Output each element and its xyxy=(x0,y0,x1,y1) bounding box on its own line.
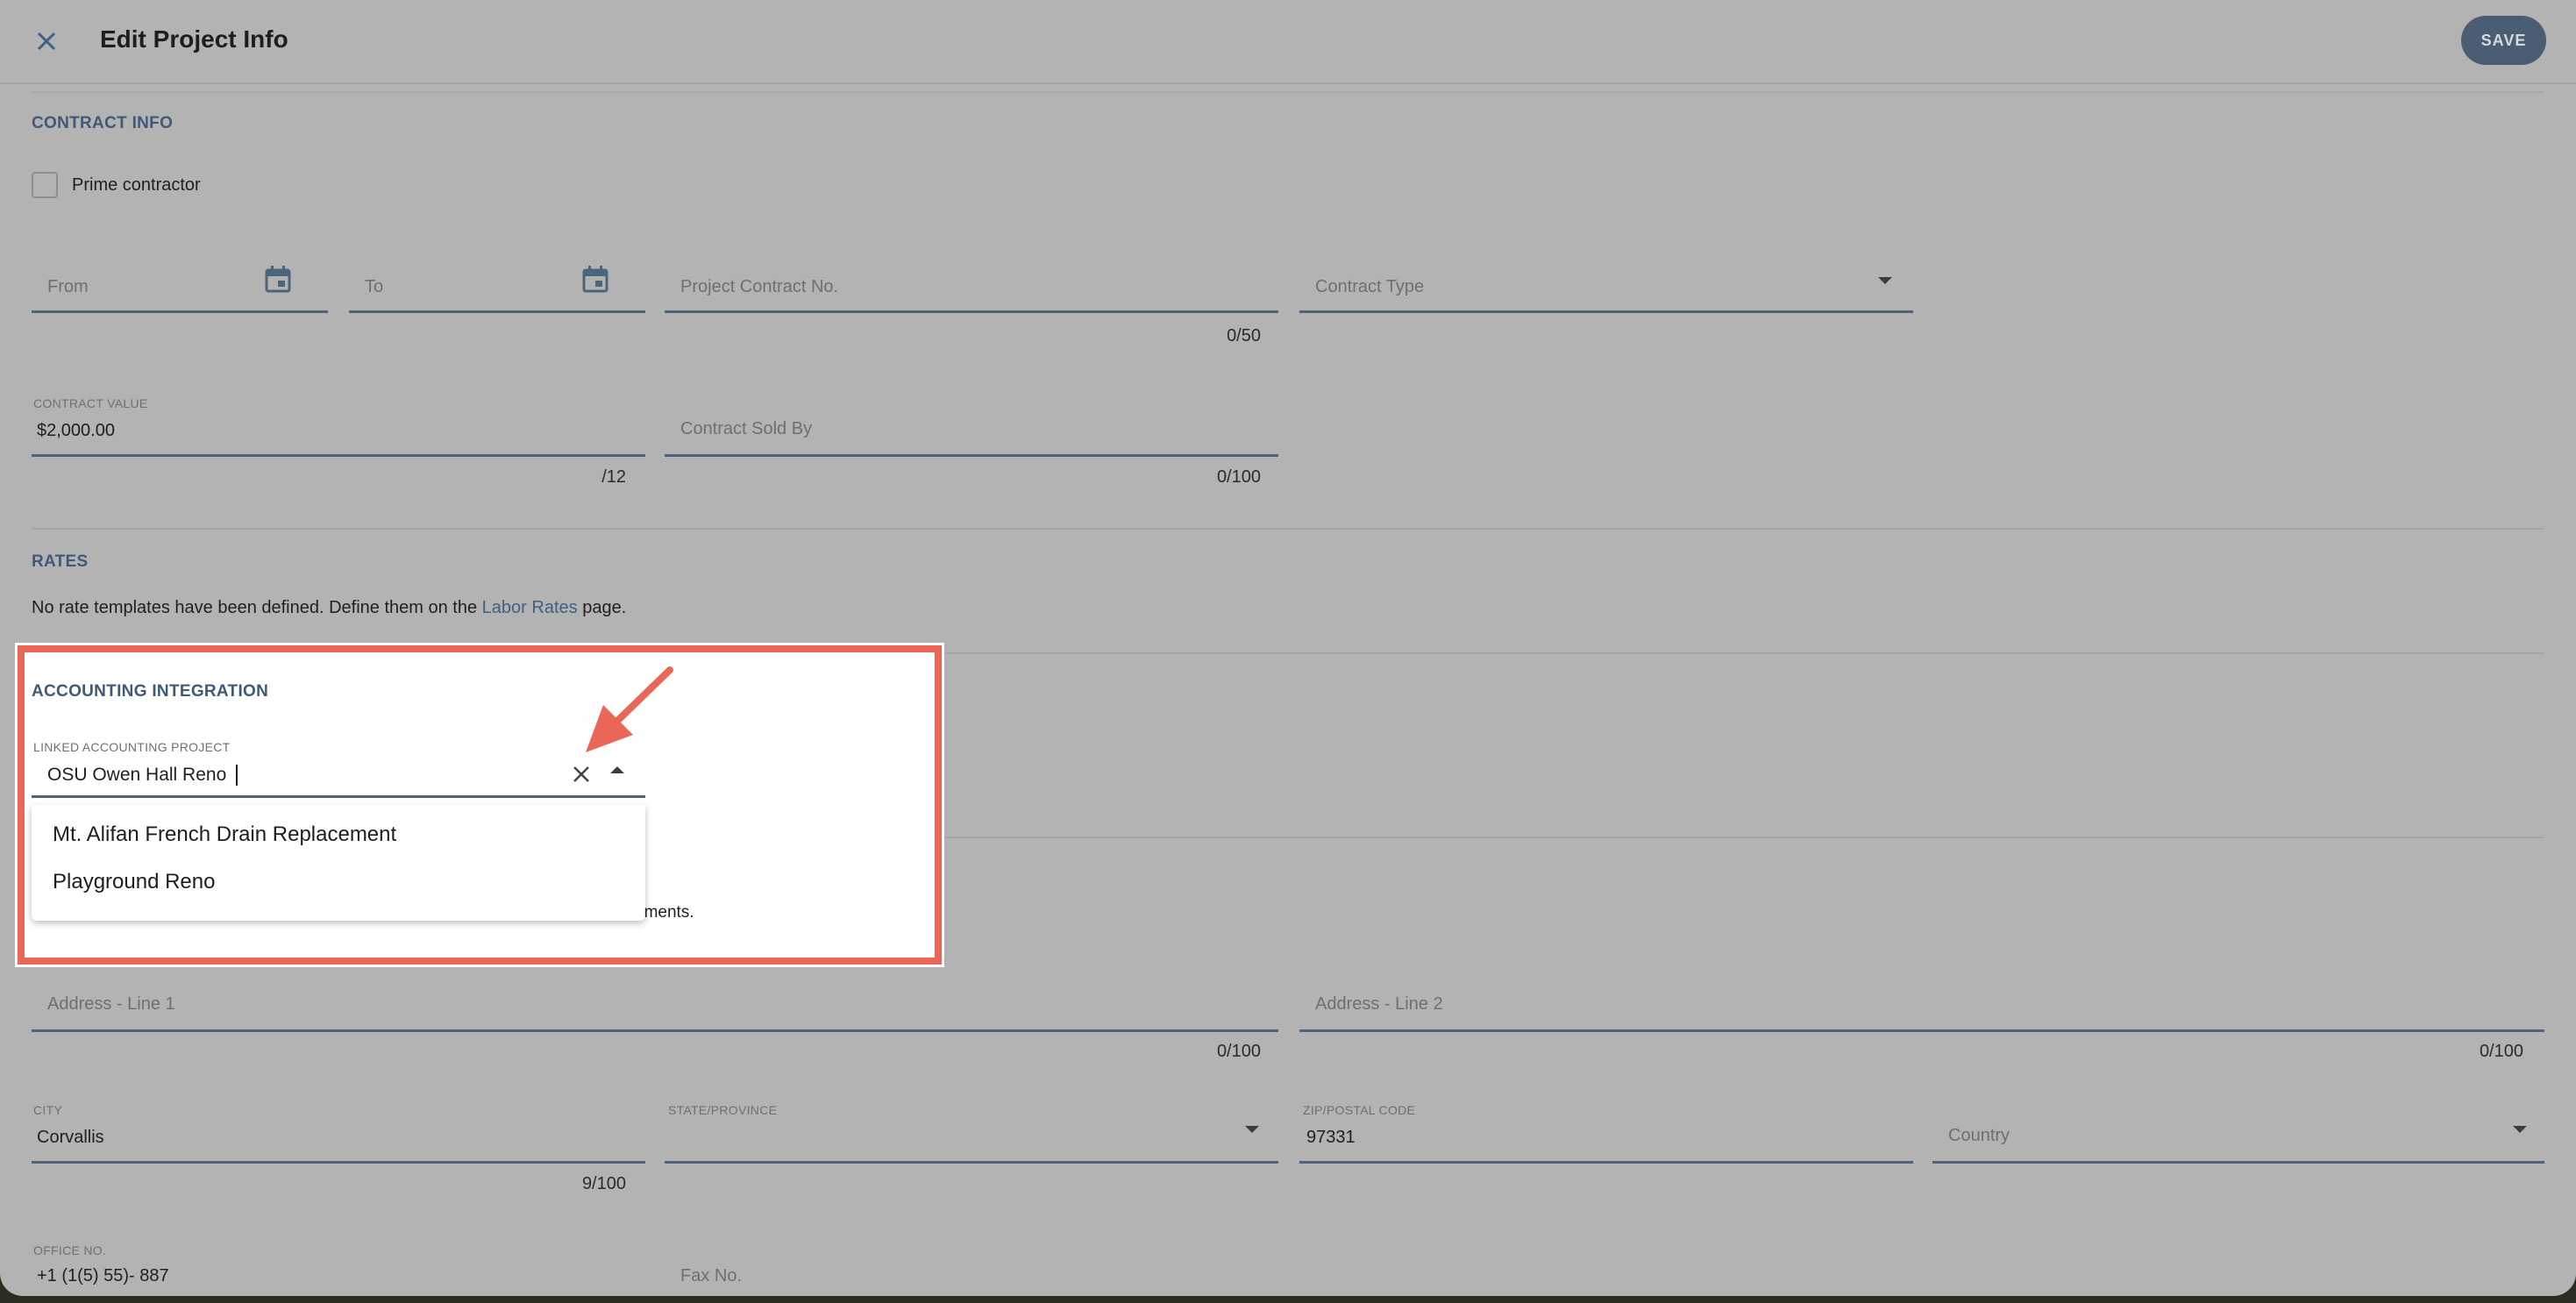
address-line1-underline xyxy=(32,1029,1278,1032)
office-no-label: OFFICE NO. xyxy=(33,1243,107,1257)
from-date-field[interactable]: From xyxy=(32,246,328,316)
dropdown-option[interactable]: Playground Reno xyxy=(53,870,215,894)
project-contract-no-field[interactable]: Project Contract No. xyxy=(665,246,1278,316)
linked-accounting-project-value: OSU Owen Hall Reno xyxy=(47,765,227,785)
rates-text-before: No rate templates have been defined. Def… xyxy=(32,598,482,617)
zip-underline xyxy=(1299,1161,1913,1164)
address-line2-counter: 0/100 xyxy=(2479,1042,2523,1061)
address-line1-counter: 0/100 xyxy=(1216,1042,1261,1061)
text-cursor xyxy=(236,765,238,786)
contract-info-title: CONTRACT INFO xyxy=(32,114,174,132)
office-no-field[interactable]: OFFICE NO. +1 (1(5) 55)- 887 xyxy=(32,1242,645,1294)
zip-field[interactable]: ZIP/POSTAL CODE 97331 xyxy=(1299,1100,1913,1164)
address-line2-placeholder: Address - Line 2 xyxy=(1315,994,1443,1014)
address-line2-field[interactable]: Address - Line 2 xyxy=(1299,977,2544,1033)
state-province-select[interactable]: STATE/PROVINCE xyxy=(665,1100,1278,1164)
clear-icon[interactable] xyxy=(570,763,593,786)
rates-message: No rate templates have been defined. Def… xyxy=(32,598,626,618)
contract-value-label: CONTRACT VALUE xyxy=(33,396,148,410)
to-underline xyxy=(349,310,645,313)
chevron-down-icon[interactable] xyxy=(2513,1126,2527,1133)
edit-project-window: Edit Project Info SAVE CONTRACT INFO Pri… xyxy=(0,0,2576,1296)
section-divider xyxy=(942,837,2544,838)
state-province-label: STATE/PROVINCE xyxy=(668,1103,778,1117)
header-divider xyxy=(0,82,2576,84)
chevron-down-icon[interactable] xyxy=(1245,1126,1259,1133)
contract-value-field[interactable]: CONTRACT VALUE $2,000.00 xyxy=(32,393,645,457)
prime-contractor-label: Prime contractor xyxy=(72,175,201,195)
from-placeholder: From xyxy=(47,277,89,296)
country-select[interactable]: Country xyxy=(1932,1100,2544,1164)
prime-contractor-checkbox[interactable] xyxy=(32,172,58,198)
section-divider xyxy=(942,652,2544,654)
project-contract-no-placeholder: Project Contract No. xyxy=(680,277,839,296)
linked-accounting-underline xyxy=(32,795,645,798)
city-label: CITY xyxy=(33,1103,63,1117)
chevron-down-icon[interactable] xyxy=(1878,277,1892,284)
city-value: Corvallis xyxy=(37,1128,104,1147)
dropdown-option[interactable]: Mt. Alifan French Drain Replacement xyxy=(53,822,396,847)
city-underline xyxy=(32,1161,645,1164)
calendar-icon[interactable] xyxy=(582,265,608,293)
address-line1-placeholder: Address - Line 1 xyxy=(47,994,175,1014)
contract-type-underline xyxy=(1299,310,1913,313)
fax-no-field[interactable]: Fax No. xyxy=(665,1242,1278,1294)
contract-sold-by-field[interactable]: Contract Sold By xyxy=(665,393,1278,457)
address-line2-underline xyxy=(1299,1029,2544,1032)
section-divider xyxy=(32,91,2544,93)
contract-sold-by-placeholder: Contract Sold By xyxy=(680,419,813,438)
country-underline xyxy=(1932,1161,2544,1164)
contract-type-select[interactable]: Contract Type xyxy=(1299,246,1913,316)
close-icon[interactable] xyxy=(30,25,63,58)
rates-text-after: page. xyxy=(577,598,627,617)
calendar-icon[interactable] xyxy=(265,265,291,293)
contract-value: $2,000.00 xyxy=(37,421,115,440)
country-placeholder: Country xyxy=(1948,1126,2010,1145)
zip-label: ZIP/POSTAL CODE xyxy=(1303,1103,1416,1117)
accounting-project-dropdown: Mt. Alifan French Drain Replacement Play… xyxy=(32,805,645,921)
contract-value-underline xyxy=(32,454,645,457)
linked-accounting-project-label: LINKED ACCOUNTING PROJECT xyxy=(33,740,231,754)
project-contract-no-underline xyxy=(665,310,1278,313)
to-placeholder: To xyxy=(365,277,384,296)
contract-sold-by-counter: 0/100 xyxy=(1216,467,1261,487)
page-title: Edit Project Info xyxy=(100,25,288,53)
arrow-annotation-icon xyxy=(579,665,675,761)
city-counter: 9/100 xyxy=(581,1174,626,1193)
project-contract-no-counter: 0/50 xyxy=(1227,326,1261,345)
save-button[interactable]: SAVE xyxy=(2461,16,2546,65)
accounting-integration-title: ACCOUNTING INTEGRATION xyxy=(32,682,269,701)
city-field[interactable]: CITY Corvallis xyxy=(32,1100,645,1164)
contract-value-counter: /12 xyxy=(601,467,626,487)
fax-no-placeholder: Fax No. xyxy=(680,1266,743,1285)
contract-type-placeholder: Contract Type xyxy=(1315,277,1425,296)
state-underline xyxy=(665,1161,1278,1164)
linked-accounting-project-input[interactable]: OSU Owen Hall Reno xyxy=(32,754,645,798)
chevron-up-icon[interactable] xyxy=(610,766,624,773)
section-divider xyxy=(32,528,2544,530)
contract-sold-by-underline xyxy=(665,454,1278,457)
from-underline xyxy=(32,310,328,313)
zip-value: 97331 xyxy=(1306,1128,1356,1147)
labor-rates-link[interactable]: Labor Rates xyxy=(482,598,578,617)
to-date-field[interactable]: To xyxy=(349,246,645,316)
office-no-value: +1 (1(5) 55)- 887 xyxy=(37,1266,169,1285)
address-line1-field[interactable]: Address - Line 1 xyxy=(32,977,1278,1033)
rates-title: RATES xyxy=(32,552,89,571)
